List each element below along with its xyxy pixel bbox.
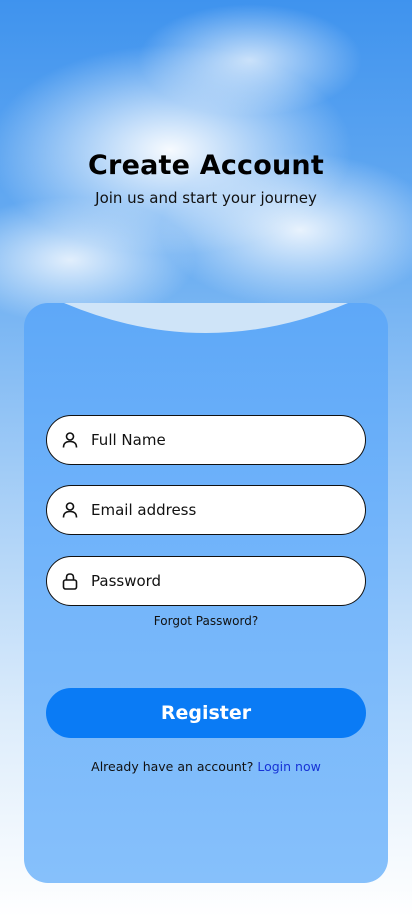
card-top-wave (64, 303, 348, 333)
header: Create Account Join us and start your jo… (0, 150, 412, 207)
lock-icon (61, 572, 79, 590)
page-title: Create Account (88, 150, 324, 181)
password-field[interactable] (46, 556, 366, 606)
password-input[interactable] (91, 572, 341, 590)
full-name-input[interactable] (91, 431, 341, 449)
register-button[interactable]: Register (46, 688, 366, 738)
user-icon (61, 501, 79, 519)
email-field[interactable] (46, 485, 366, 535)
register-card: Forgot Password? Register Already have a… (24, 303, 388, 883)
user-icon (61, 431, 79, 449)
email-input[interactable] (91, 501, 341, 519)
forgot-password-link[interactable]: Forgot Password? (24, 614, 388, 628)
login-now-link[interactable]: Login now (257, 759, 321, 774)
full-name-field[interactable] (46, 415, 366, 465)
page-subtitle: Join us and start your journey (95, 189, 317, 207)
login-prompt-row: Already have an account? Login now (24, 759, 388, 774)
login-prompt-text: Already have an account? (91, 759, 254, 774)
